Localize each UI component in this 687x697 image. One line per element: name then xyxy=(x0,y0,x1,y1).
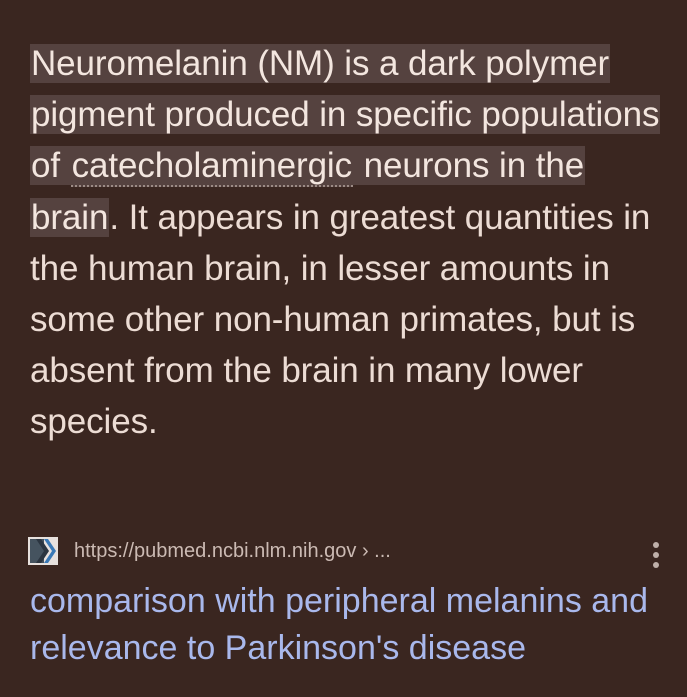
source-row[interactable]: https://pubmed.ncbi.nlm.nih.gov › ... xyxy=(28,536,663,568)
snippet-rest: . It appears in greatest quantities in t… xyxy=(30,197,651,442)
source-url[interactable]: https://pubmed.ncbi.nlm.nih.gov › ... xyxy=(74,540,391,563)
more-vert-icon[interactable] xyxy=(649,542,663,568)
snippet-text: Neuromelanin (NM) is a dark polymer pigm… xyxy=(30,38,667,448)
pubmed-logo-icon xyxy=(28,537,58,565)
definition-term-link[interactable]: catecholaminergic xyxy=(70,146,354,188)
result-title-link[interactable]: comparison with peripheral melanins and … xyxy=(30,578,670,671)
